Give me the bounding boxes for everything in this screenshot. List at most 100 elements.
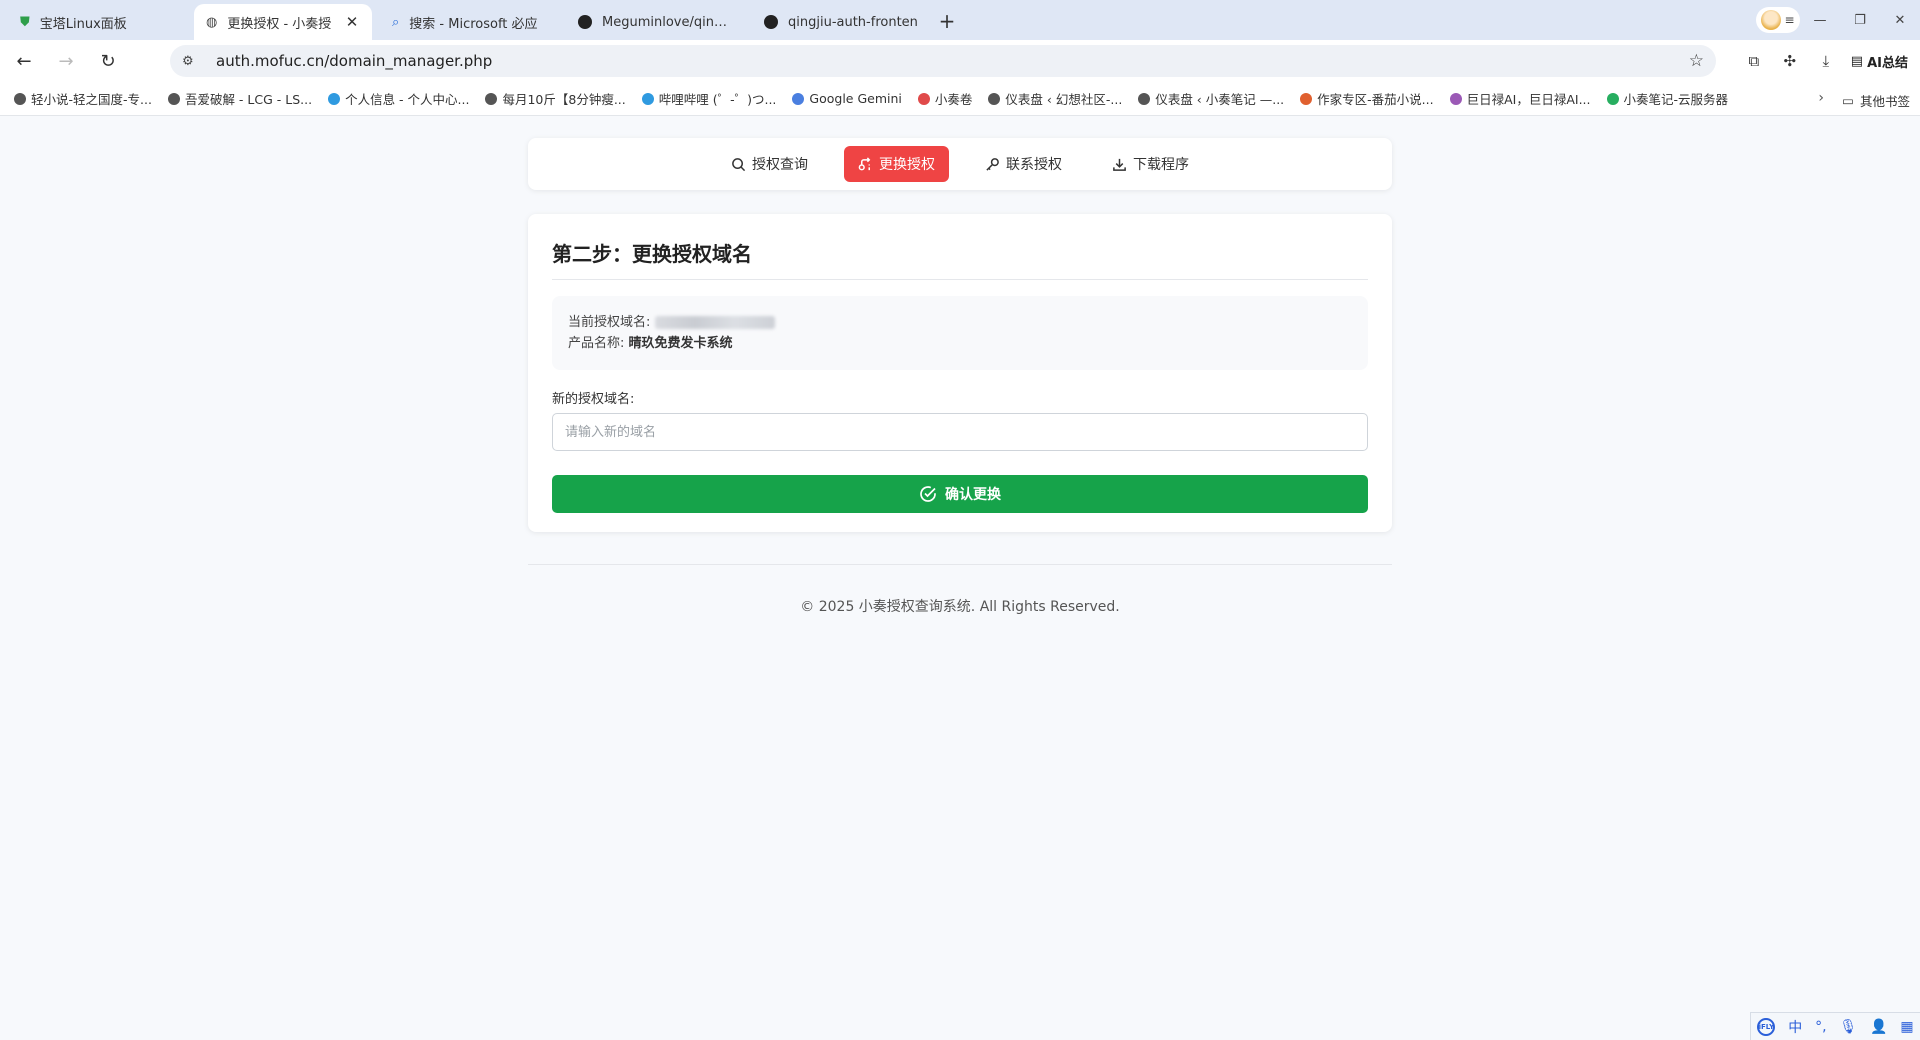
- nav-change-license[interactable]: 更换授权: [844, 146, 949, 182]
- bookmark-star-icon[interactable]: ☆: [1689, 51, 1704, 71]
- product-name: 晴玖免费发卡系统: [628, 336, 733, 351]
- forward-icon[interactable]: →: [48, 43, 84, 79]
- avatar: [1761, 10, 1782, 30]
- ai-summary-label: AI总结: [1867, 55, 1908, 71]
- download-icon: [1113, 158, 1126, 171]
- menu-lines-icon: ≡: [1784, 13, 1795, 27]
- bookmark-item[interactable]: 个人信息 - 个人中心...: [328, 89, 469, 108]
- window-close-icon[interactable]: ✕: [1880, 0, 1920, 40]
- ime-mode[interactable]: 中: [1788, 1017, 1802, 1037]
- current-domain-row: 当前授权域名:: [568, 312, 1352, 333]
- bookmark-label: Google Gemini: [809, 91, 902, 106]
- current-domain-label: 当前授权域名:: [568, 315, 651, 330]
- bookmark-item[interactable]: 作家专区-番茄小说...: [1300, 89, 1434, 108]
- footer-divider: [528, 564, 1392, 565]
- tab-domain-manager[interactable]: ◍ 更换授权 - 小奏授 ✕: [194, 4, 372, 40]
- bookmark-favicon-icon: [988, 92, 1001, 105]
- ime-toolbar: iFLY 中 °, 🎙 👤 ▦: [1750, 1012, 1920, 1040]
- bookmark-label: 哔哩哔哩 (゜-゜)つ...: [658, 92, 777, 107]
- bookmark-label: 每月10斤【8分钟瘦...: [502, 92, 626, 107]
- bookmark-favicon-icon: [328, 92, 341, 105]
- github-icon: [578, 15, 592, 29]
- bookmark-item[interactable]: 巨日禄AI，巨日禄AI...: [1449, 89, 1591, 108]
- bookmark-favicon-icon: [641, 92, 654, 105]
- grid-icon[interactable]: ▦: [1900, 1019, 1913, 1035]
- toolbar-actions: ⧉ ✣ ⤓ ▤ AI总结: [1739, 40, 1912, 82]
- nav-label: 授权查询: [752, 157, 808, 173]
- key-icon: [986, 157, 999, 171]
- summary-icon: ▤: [1850, 53, 1864, 69]
- bookmark-item[interactable]: 小奏卷: [917, 89, 972, 108]
- new-domain-label: 新的授权域名:: [552, 392, 635, 407]
- microphone-icon[interactable]: 🎙: [1839, 1019, 1857, 1035]
- new-tab-button[interactable]: +: [930, 4, 964, 38]
- confirm-change-button[interactable]: 确认更换: [552, 475, 1368, 513]
- bookmark-favicon-icon: [1138, 92, 1151, 105]
- globe-icon: ◍: [206, 14, 218, 30]
- nav-download-program[interactable]: 下载程序: [1098, 146, 1203, 182]
- tab-baota[interactable]: ⛊ 宝塔Linux面板: [8, 4, 186, 40]
- ifly-logo-icon[interactable]: iFLY: [1757, 1017, 1776, 1036]
- bookmark-label: 轻小说-轻之国度-专...: [31, 92, 152, 107]
- bookmark-label: 巨日禄AI，巨日禄AI...: [1466, 92, 1591, 107]
- window-controls: — ❐ ✕: [1800, 0, 1920, 40]
- tab-title: Meguminlove/qingjiu: [602, 14, 732, 30]
- translate-icon[interactable]: ⧉: [1739, 46, 1769, 76]
- bookmark-favicon-icon: [485, 92, 498, 105]
- nav-contact-license[interactable]: 联系授权: [971, 146, 1076, 182]
- search-icon: ⌕: [392, 14, 400, 30]
- extensions-icon[interactable]: ✣: [1775, 46, 1805, 76]
- current-license-info: 当前授权域名: 产品名称: 晴玖免费发卡系统: [552, 296, 1368, 370]
- step-title: 第二步：更换授权域名: [552, 214, 1368, 280]
- bookmark-item[interactable]: 仪表盘 ‹ 幻想社区-...: [988, 89, 1122, 108]
- tab-title: 更换授权 - 小奏授: [227, 16, 332, 32]
- downloads-icon[interactable]: ⤓: [1811, 46, 1841, 76]
- current-domain-value-redacted: [654, 316, 775, 329]
- bookmark-item[interactable]: 小奏笔记-云服务器: [1606, 89, 1729, 108]
- bookmark-favicon-icon: [1300, 92, 1313, 105]
- browser-toolbar: ← → ↻ ⚙ auth.mofuc.cn/domain_manager.php…: [0, 40, 1920, 82]
- confirm-label: 确认更换: [945, 487, 1001, 503]
- bookmark-item[interactable]: 哔哩哔哩 (゜-゜)つ...: [641, 89, 777, 108]
- bookmark-item[interactable]: 每月10斤【8分钟瘦...: [485, 89, 626, 108]
- tab-github-frontend[interactable]: qingjiu-auth-fronten: [752, 4, 930, 40]
- ai-summary-button[interactable]: ▤ AI总结: [1847, 52, 1912, 71]
- punctuation-icon[interactable]: °,: [1815, 1019, 1826, 1035]
- bookmark-label: 吾爱破解 - LCG - LS...: [184, 92, 313, 107]
- restore-icon[interactable]: ❐: [1840, 0, 1880, 40]
- address-bar[interactable]: ⚙ auth.mofuc.cn/domain_manager.php ☆: [170, 45, 1716, 77]
- new-domain-input[interactable]: [552, 413, 1368, 451]
- bookmark-item[interactable]: 轻小说-轻之国度-专...: [14, 89, 152, 108]
- search-icon: [732, 157, 746, 171]
- bookmark-item[interactable]: Google Gemini: [792, 91, 902, 106]
- tab-bing-search[interactable]: ⌕ 搜索 - Microsoft 必应: [380, 4, 558, 40]
- other-bookmarks-label: 其他书签: [1859, 94, 1910, 109]
- bookmark-label: 小奏笔记-云服务器: [1623, 92, 1729, 107]
- bookmark-label: 仪表盘 ‹ 小奏笔记 —...: [1155, 92, 1285, 107]
- profile-button[interactable]: ≡: [1756, 7, 1800, 33]
- url-text: auth.mofuc.cn/domain_manager.php: [216, 52, 493, 70]
- site-settings-icon[interactable]: ⚙: [182, 54, 202, 69]
- bookmark-favicon-icon: [917, 92, 930, 105]
- nav-license-query[interactable]: 授权查询: [717, 146, 822, 182]
- other-bookmarks[interactable]: ▭ 其他书签: [1842, 91, 1910, 110]
- user-icon[interactable]: 👤: [1870, 1019, 1887, 1035]
- footer-copyright: © 2025 小奏授权查询系统. All Rights Reserved.: [800, 599, 1120, 615]
- bookmark-item[interactable]: 吾爱破解 - LCG - LS...: [167, 89, 313, 108]
- folder-icon: ▭: [1842, 93, 1854, 108]
- tab-github-qingjiu[interactable]: Meguminlove/qingjiu: [566, 4, 744, 40]
- back-icon[interactable]: ←: [6, 43, 42, 79]
- close-icon[interactable]: ✕: [344, 13, 360, 31]
- tab-title: qingjiu-auth-fronten: [788, 14, 918, 30]
- bookmark-favicon-icon: [1606, 92, 1619, 105]
- bookmark-favicon-icon: [167, 92, 180, 105]
- nav-label: 下载程序: [1133, 157, 1189, 173]
- reload-icon[interactable]: ↻: [90, 43, 126, 79]
- minimize-icon[interactable]: —: [1800, 0, 1840, 40]
- page-content: 授权查询 更换授权 联系授权 下载程序 第二步：更换授权域名 当前授权域名: 产…: [0, 116, 1920, 1040]
- bookmarks-overflow-chevron-icon[interactable]: ›: [1818, 90, 1824, 106]
- bookmark-favicon-icon: [14, 92, 26, 105]
- product-row: 产品名称: 晴玖免费发卡系统: [568, 333, 1352, 354]
- product-label: 产品名称:: [568, 336, 625, 351]
- bookmark-item[interactable]: 仪表盘 ‹ 小奏笔记 —...: [1138, 89, 1284, 108]
